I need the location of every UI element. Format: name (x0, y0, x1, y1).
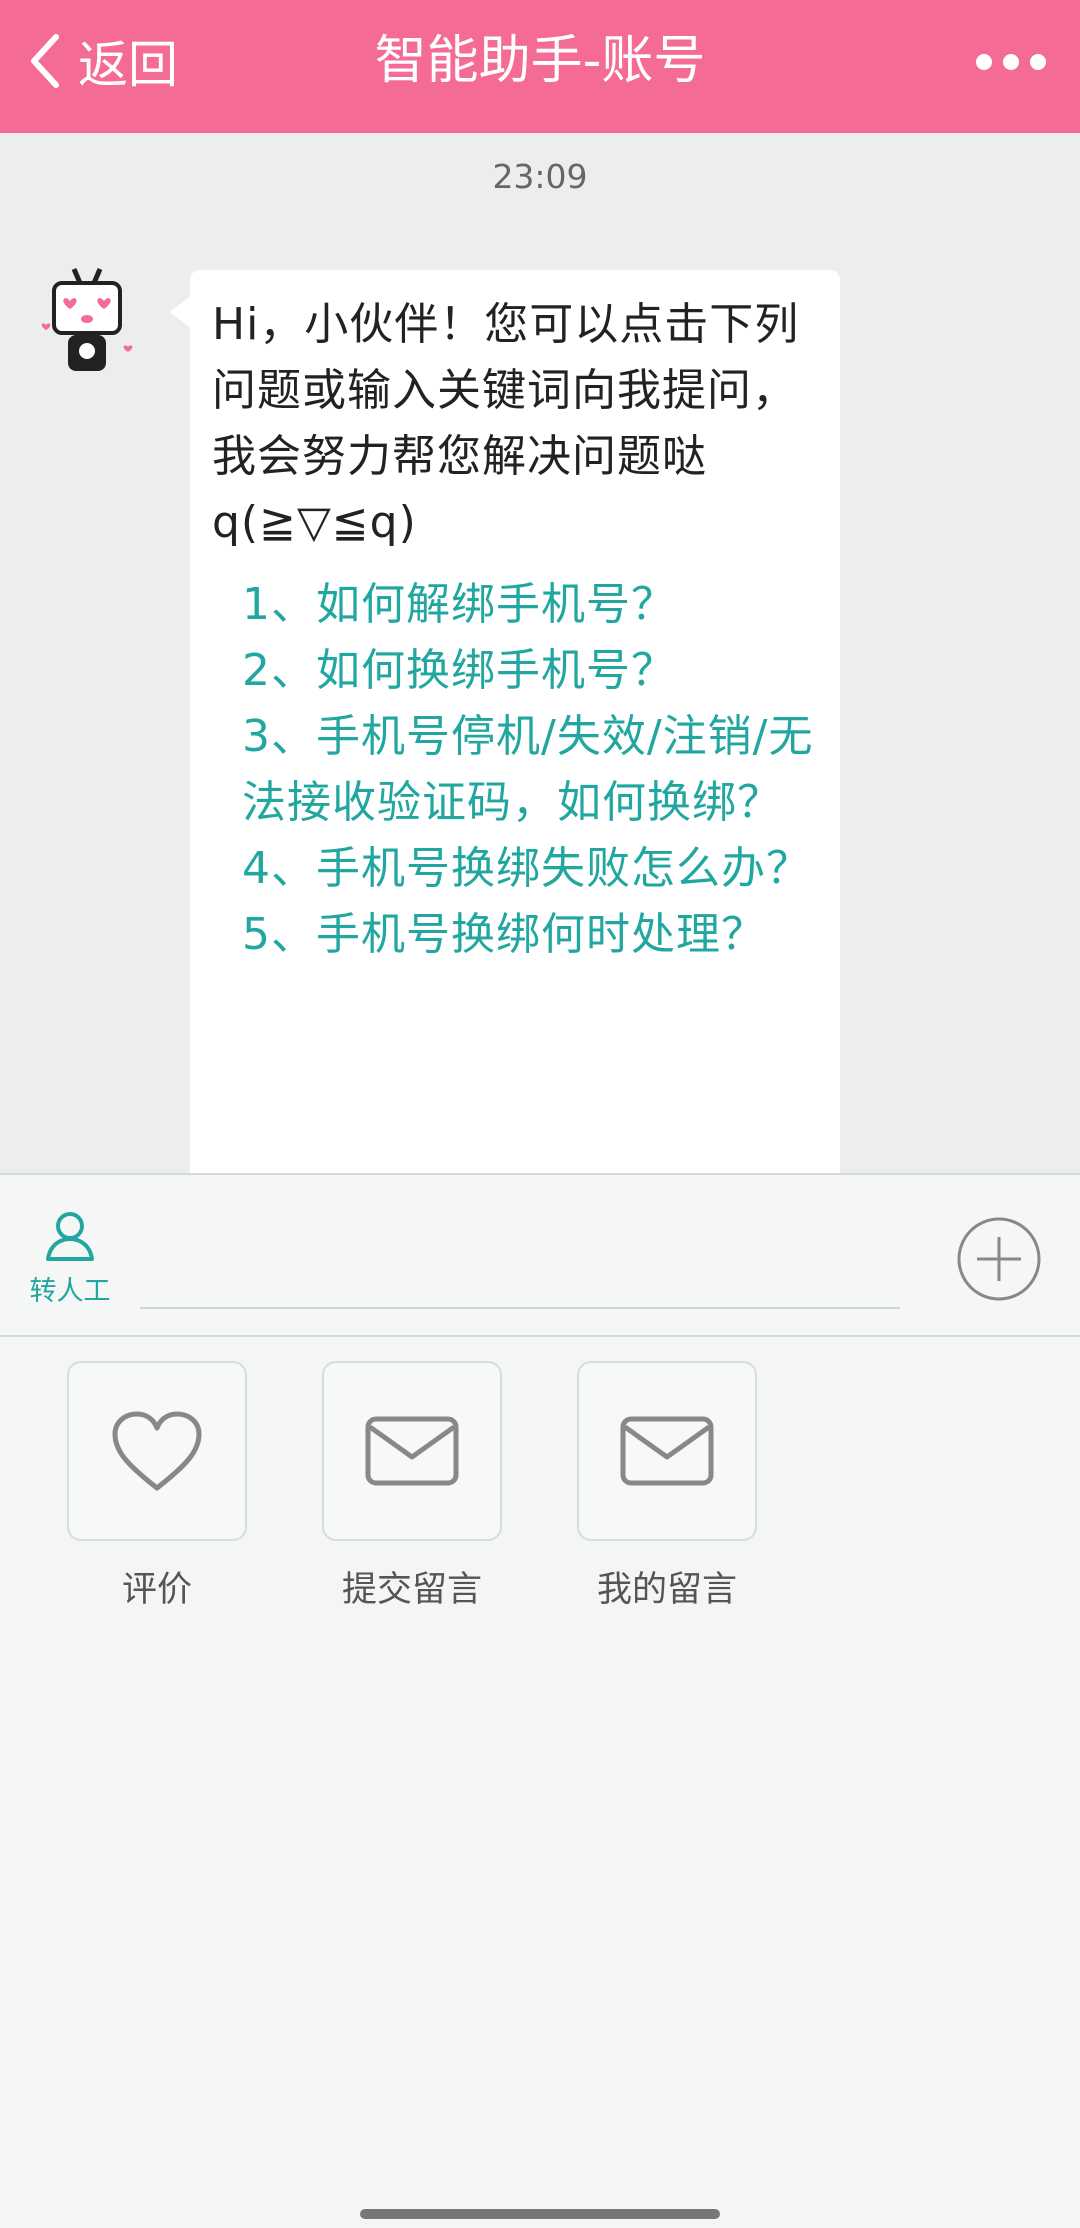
person-icon (46, 1212, 94, 1261)
message-input[interactable] (140, 1205, 900, 1309)
question-link[interactable]: 1、如何解绑手机号？ (242, 572, 816, 638)
my-messages-icon-box (577, 1361, 757, 1541)
header-bar: 返回 智能助手-账号 (0, 0, 1080, 133)
more-dots-icon[interactable] (976, 42, 1046, 82)
question-link[interactable]: 3、手机号停机/失效/注销/无法接收验证码，如何换绑？ (242, 704, 816, 836)
chat-area[interactable]: 23:09 Hi，小伙伴！您可以点击下列问题或输入关键词向我提问，我会努力帮您解… (0, 133, 1080, 1173)
question-link[interactable]: 4、手机号换绑失败怎么办？ (242, 836, 816, 902)
rate-label: 评价 (121, 1570, 192, 1610)
bot-avatar (32, 265, 142, 380)
chat-page: 返回 智能助手-账号 23:09 Hi，小伙伴！您可以点击下列问题或输入关键词向… (0, 0, 1080, 2228)
submit-message-button[interactable]: 提交留言 (322, 1361, 502, 1612)
rate-button[interactable]: 评价 (67, 1361, 247, 1612)
plus-circle-icon[interactable] (955, 1215, 1043, 1303)
envelope-icon (365, 1416, 459, 1486)
back-button[interactable]: 返回 (26, 28, 178, 94)
transfer-to-human-label: 转人工 (29, 1276, 111, 1307)
page-title: 智能助手-账号 (374, 31, 706, 91)
action-panel: 评价 提交留言 我的留言 (0, 1337, 1080, 2228)
question-link[interactable]: 2、如何换绑手机号？ (242, 638, 816, 704)
heart-icon (112, 1411, 202, 1491)
rate-icon-box (67, 1361, 247, 1541)
suggested-questions: 1、如何解绑手机号？ 2、如何换绑手机号？ 3、手机号停机/失效/注销/无法接收… (212, 572, 816, 968)
my-messages-button[interactable]: 我的留言 (577, 1361, 757, 1612)
home-indicator[interactable] (360, 2209, 720, 2219)
submit-message-label: 提交留言 (341, 1570, 482, 1610)
input-bar: 转人工 (0, 1173, 1080, 1337)
bot-greeting-text: Hi，小伙伴！您可以点击下列问题或输入关键词向我提问，我会努力帮您解决问题哒q(… (212, 299, 800, 548)
my-messages-label: 我的留言 (596, 1570, 737, 1610)
transfer-to-human-button[interactable]: 转人工 (22, 1209, 118, 1309)
bot-message-bubble: Hi，小伙伴！您可以点击下列问题或输入关键词向我提问，我会努力帮您解决问题哒q(… (170, 270, 840, 1173)
envelope-icon (620, 1416, 714, 1486)
submit-message-icon-box (322, 1361, 502, 1541)
question-link[interactable]: 5、手机号换绑何时处理？ (242, 902, 816, 968)
message-timestamp: 23:09 (492, 157, 588, 196)
chevron-left-icon (31, 34, 59, 88)
back-label: 返回 (78, 36, 178, 94)
